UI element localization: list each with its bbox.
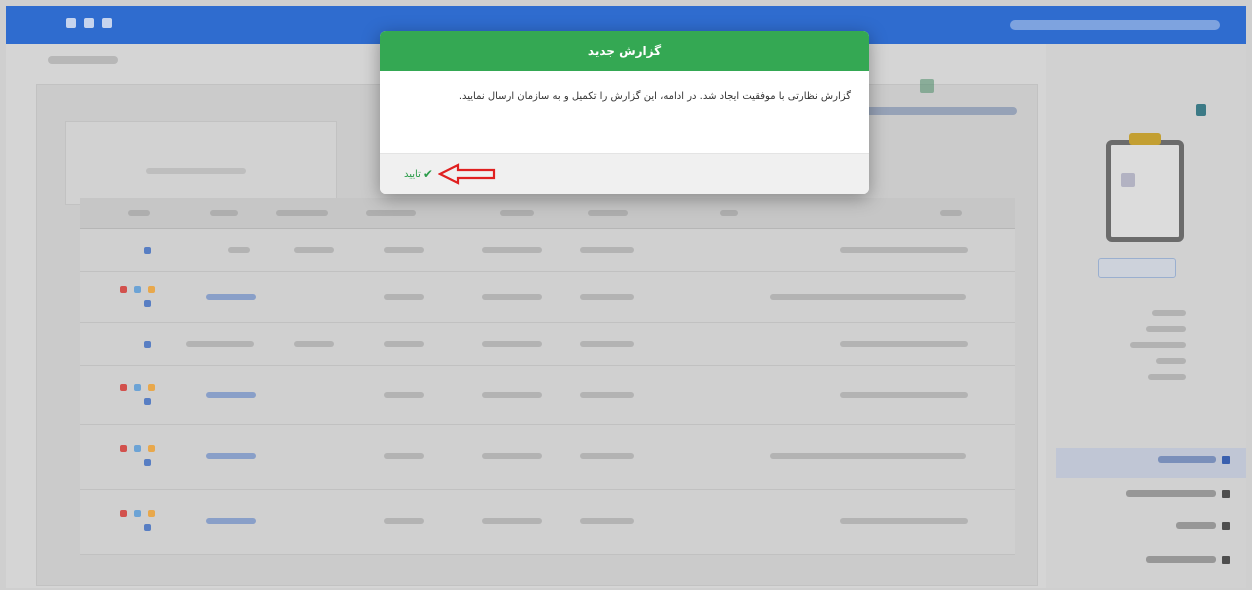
modal-footer: تایید ✔ xyxy=(380,153,869,194)
modal-message: گزارش نظارتی با موفقیت ایجاد شد. در ادام… xyxy=(458,91,851,102)
modal-title: گزارش جدید xyxy=(587,44,662,58)
modal-body: گزارش نظارتی با موفقیت ایجاد شد. در ادام… xyxy=(380,71,869,153)
new-report-modal: گزارش جدید گزارش نظارتی با موفقیت ایجاد … xyxy=(380,31,869,194)
confirm-button-label: تایید xyxy=(404,168,421,180)
annotation-arrow-icon xyxy=(438,163,496,185)
modal-header: گزارش جدید xyxy=(380,31,869,71)
confirm-button[interactable]: تایید ✔ xyxy=(404,167,433,181)
check-icon: ✔ xyxy=(422,167,433,181)
